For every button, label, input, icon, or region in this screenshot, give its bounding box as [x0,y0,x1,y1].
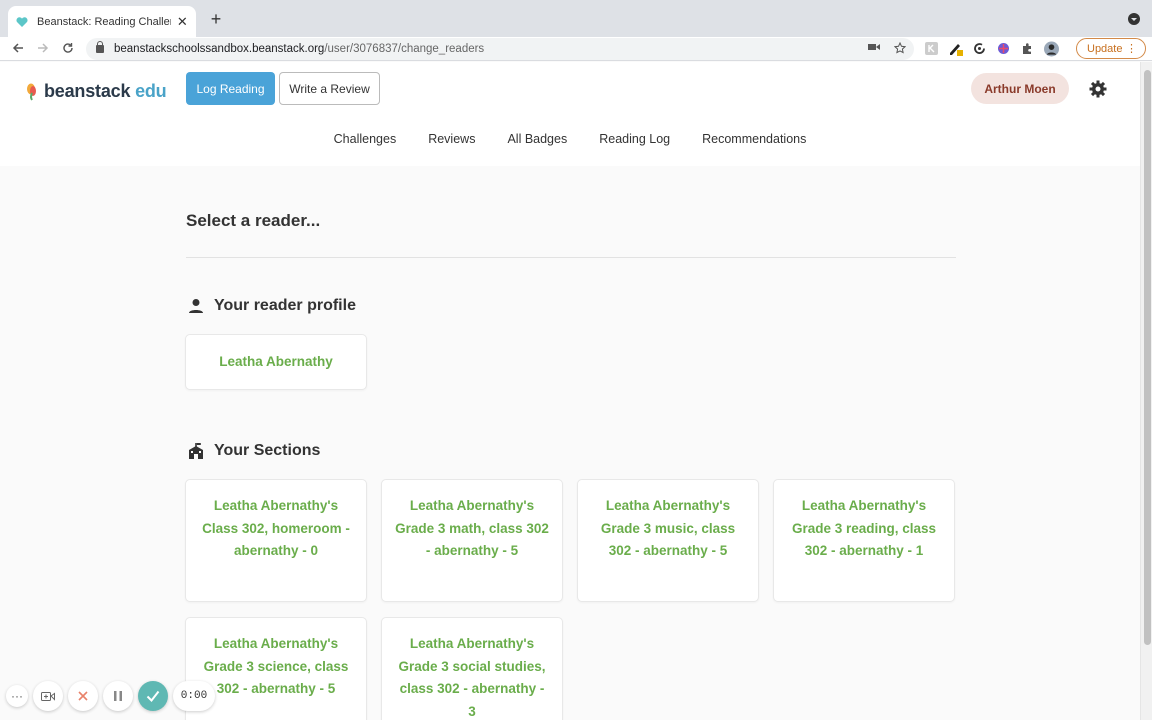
write-review-button[interactable]: Write a Review [279,72,380,105]
site-header: beanstack edu Log Reading Write a Review… [0,62,1140,166]
person-icon [188,298,204,314]
nav-recommendations[interactable]: Recommendations [702,132,806,146]
lock-icon [96,41,104,53]
divider [186,257,956,258]
section-card[interactable]: Leatha Abernathy's Grade 3 music, class … [577,479,759,602]
address-bar[interactable]: beanstackschoolssandbox.beanstack.org/us… [86,38,914,60]
user-menu-button[interactable]: Arthur Moen [971,73,1069,104]
extension-k-icon[interactable] [924,41,939,56]
forward-arrow-icon[interactable] [33,39,53,59]
reader-profile-heading: Your reader profile [188,297,356,315]
sections-heading: Your Sections [188,442,320,460]
browser-tabstrip: Beanstack: Reading Challenge ✕ + [0,0,1152,37]
bookmark-star-icon[interactable] [893,41,907,57]
camera-icon[interactable] [868,42,880,57]
page-title: Select a reader... [186,211,321,230]
heart-favicon-icon [16,16,28,28]
section-card-label: Leatha Abernathy's Grade 3 reading, clas… [791,498,937,558]
section-card-label: Leatha Abernathy's Grade 3 music, class … [600,498,736,558]
nav-reading-log[interactable]: Reading Log [599,132,670,146]
school-icon [188,443,204,459]
nav-challenges[interactable]: Challenges [334,132,397,146]
section-card-label: Leatha Abernathy's Grade 3 science, clas… [203,636,349,696]
profile-avatar-icon[interactable] [1044,41,1059,56]
recorder-pause-icon[interactable] [103,681,133,711]
scrollbar-thumb[interactable] [1144,70,1151,645]
nav-all-badges[interactable]: All Badges [507,132,567,146]
recorder-toolbar: ··· 0:00 [6,681,215,711]
bean-logo-icon [26,83,38,101]
color-extension-icon[interactable] [996,41,1011,56]
logo-wordmark: beanstack edu [44,81,167,102]
more-vert-icon: ⋮ [1126,43,1137,55]
section-card-label: Leatha Abernathy's Class 302, homeroom -… [202,498,350,558]
reload-icon[interactable] [58,39,78,59]
page-scrollbar[interactable] [1140,62,1152,720]
reader-profile-heading-text: Your reader profile [214,297,356,314]
main-nav: Challenges Reviews All Badges Reading Lo… [0,132,1140,146]
recorder-more-button[interactable]: ··· [6,685,28,707]
logo-main-text: beanstack [44,81,131,101]
gear-icon[interactable] [1089,80,1107,98]
tab-search-icon[interactable] [1128,13,1140,25]
recorder-timer: 0:00 [173,681,215,711]
sections-heading-text: Your Sections [214,442,321,459]
update-label: Update [1087,42,1123,55]
log-reading-button[interactable]: Log Reading [186,72,275,105]
nav-reviews[interactable]: Reviews [428,132,475,146]
pen-extension-icon[interactable] [948,41,963,56]
section-card[interactable]: Leatha Abernathy's Class 302, homeroom -… [185,479,367,602]
beanstack-logo[interactable]: beanstack edu [26,81,167,102]
recorder-cancel-icon[interactable] [68,681,98,711]
tab-close-icon[interactable]: ✕ [177,14,188,30]
new-tab-button[interactable]: + [206,9,226,29]
url-host: beanstackschoolssandbox.beanstack.org [114,43,325,55]
browser-tab[interactable]: Beanstack: Reading Challenge ✕ [8,6,196,37]
url-text: beanstackschoolssandbox.beanstack.org/us… [114,43,484,55]
tab-title: Beanstack: Reading Challenge [37,15,171,28]
recorder-done-icon[interactable] [138,681,168,711]
camera-toggle-icon[interactable] [33,681,63,711]
section-card[interactable]: Leatha Abernathy's Grade 3 social studie… [381,617,563,720]
puzzle-extensions-icon[interactable] [1020,41,1035,56]
logo-edu-text: edu [135,81,167,101]
section-card[interactable]: Leatha Abernathy's Grade 3 math, class 3… [381,479,563,602]
browser-toolbar: beanstackschoolssandbox.beanstack.org/us… [0,37,1152,61]
refresh-extension-icon[interactable] [972,41,987,56]
reader-profile-card[interactable]: Leatha Abernathy [185,334,367,390]
reader-profile-name: Leatha Abernathy [219,353,333,369]
back-arrow-icon[interactable] [8,39,28,59]
section-card-label: Leatha Abernathy's Grade 3 math, class 3… [395,498,549,558]
update-button[interactable]: Update ⋮ [1076,38,1146,59]
section-card-label: Leatha Abernathy's Grade 3 social studie… [398,636,546,719]
url-path: /user/3076837/change_readers [324,43,485,55]
section-card[interactable]: Leatha Abernathy's Grade 3 reading, clas… [773,479,955,602]
